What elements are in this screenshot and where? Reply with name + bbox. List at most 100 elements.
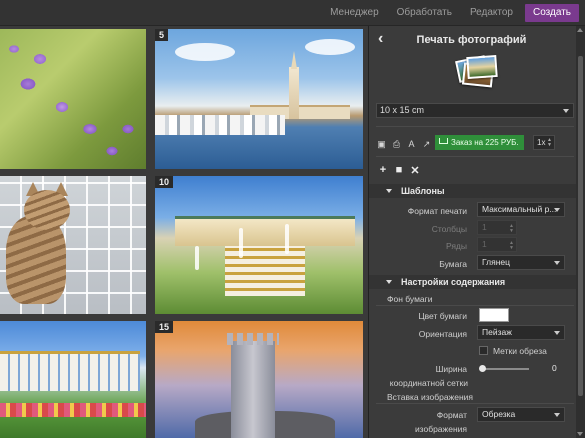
- fountain-jet: [239, 228, 243, 258]
- grid-width-label: Ширина: [435, 364, 467, 374]
- image-format-label: Формат: [436, 410, 467, 420]
- print-format-label: Формат печати: [407, 206, 467, 216]
- photo-thumbnail-fountains[interactable]: 10: [155, 176, 363, 314]
- photo-thumbnail-palace[interactable]: [0, 321, 146, 438]
- harbor-tower: [289, 67, 299, 119]
- add-icon[interactable]: +: [378, 164, 388, 177]
- print-icon[interactable]: ⎙: [391, 139, 402, 150]
- photo-number-badge: 15: [155, 321, 174, 333]
- section-templates-title: Шаблоны: [401, 186, 445, 196]
- cloud: [305, 39, 355, 55]
- harbor-boats: [155, 115, 285, 135]
- top-bar: Менеджер Обработать Редактор Создать: [0, 0, 585, 26]
- orientation-select[interactable]: Пейзаж: [477, 325, 565, 340]
- divider: [376, 126, 574, 127]
- quantity-value: 1x: [537, 138, 546, 147]
- order-button[interactable]: Заказ на 225 РУБ.: [435, 135, 524, 150]
- nav-process[interactable]: Обработать: [388, 4, 461, 22]
- divider: [376, 156, 574, 157]
- chevron-down-icon: [554, 208, 560, 212]
- image-format-value: Обрезка: [482, 409, 516, 419]
- section-content-title: Настройки содержания: [401, 277, 506, 287]
- grid-width-value: 0: [552, 363, 557, 373]
- orientation-value: Пейзаж: [482, 327, 512, 337]
- fountain-jet: [285, 224, 289, 254]
- print-format-value: Максимальный р...: [482, 204, 557, 214]
- image-format-label-2: изображения: [414, 424, 467, 434]
- castle-tower: [231, 341, 275, 438]
- crop-marks-label: Метки обреза: [493, 346, 547, 356]
- print-panel: ‹ Печать фотографий 10 x 15 cm ▣ ⎙ A ↗ З…: [368, 26, 585, 438]
- cloud: [175, 43, 235, 61]
- insert-image-group: Вставка изображения: [387, 392, 474, 402]
- scrollbar-thumb[interactable]: [578, 56, 583, 396]
- paper-select[interactable]: Глянец: [477, 255, 565, 270]
- grid-width-slider-handle[interactable]: [479, 365, 486, 372]
- nav-create-button[interactable]: Создать: [524, 4, 579, 22]
- panel-scrollbar[interactable]: [576, 26, 585, 438]
- nav-editor[interactable]: Редактор: [461, 4, 522, 22]
- columns-stepper[interactable]: 1 ▲ ▼: [477, 220, 517, 235]
- palace-building: [0, 351, 140, 391]
- castle-battlements: [227, 333, 279, 345]
- fountain-palace: [175, 216, 355, 246]
- kitten-head: [24, 190, 70, 230]
- columns-label: Столбцы: [431, 224, 467, 234]
- chevron-down-icon: [554, 261, 560, 265]
- section-content-settings[interactable]: Настройки содержания: [369, 275, 576, 289]
- scroll-down-icon[interactable]: [577, 432, 583, 436]
- panel-title: Печать фотографий: [416, 34, 527, 46]
- save-icon[interactable]: ▣: [376, 139, 387, 150]
- quantity-stepper[interactable]: 1x ▲ ▼: [533, 135, 555, 150]
- palace-flowerbed: [0, 403, 146, 417]
- divider: [376, 305, 574, 306]
- stepper-arrows-icon[interactable]: ▲ ▼: [547, 138, 552, 148]
- photo-number-badge: 5: [155, 29, 169, 41]
- photo-thumbnail-harbor[interactable]: 5: [155, 29, 363, 169]
- rows-value: 1: [482, 239, 487, 249]
- photo-grid: 5 10 15: [0, 26, 368, 438]
- orientation-label: Ориентация: [418, 329, 467, 339]
- collapse-triangle-icon: [386, 280, 392, 284]
- columns-value: 1: [482, 222, 487, 232]
- kitten-body: [6, 216, 66, 304]
- cart-icon: [439, 138, 448, 144]
- image-format-select[interactable]: Обрезка: [477, 407, 565, 422]
- close-icon[interactable]: ✕: [410, 164, 420, 177]
- harbor-spire: [291, 51, 297, 69]
- grid-width-slider[interactable]: [483, 368, 529, 370]
- chevron-down-icon: [554, 413, 560, 417]
- scroll-up-icon[interactable]: [577, 28, 583, 32]
- photo-thumbnail-castle[interactable]: 15: [155, 321, 363, 438]
- rows-label: Ряды: [445, 241, 467, 251]
- photo-thumbnail-kitten[interactable]: [0, 176, 146, 314]
- stepper-arrows-icon[interactable]: ▲ ▼: [509, 224, 514, 234]
- photo-card: [466, 54, 498, 80]
- paper-background-group: Фон бумаги: [387, 294, 433, 304]
- photo-thumbnail-lavender[interactable]: [0, 29, 146, 169]
- paper-value: Глянец: [482, 257, 510, 267]
- paper-color-label: Цвет бумаги: [418, 311, 467, 321]
- grid-width-label-2: координатной сетки: [389, 378, 468, 388]
- fountain-cascade: [225, 246, 305, 296]
- crop-marks-checkbox[interactable]: [479, 346, 488, 355]
- print-size-select[interactable]: 10 x 15 cm: [376, 103, 574, 118]
- top-navigation: Менеджер Обработать Редактор Создать: [321, 4, 579, 22]
- paper-color-swatch[interactable]: [479, 308, 509, 322]
- rows-stepper[interactable]: 1 ▲ ▼: [477, 237, 517, 252]
- divider: [376, 403, 574, 404]
- photo-print-icon: [455, 54, 498, 94]
- nav-manager[interactable]: Менеджер: [321, 4, 388, 22]
- print-format-select[interactable]: Максимальный р...: [477, 202, 565, 217]
- template-actions: + ■ ✕: [378, 164, 420, 177]
- folder-icon[interactable]: ■: [394, 164, 404, 177]
- stepper-arrows-icon[interactable]: ▲ ▼: [509, 241, 514, 251]
- paper-label: Бумага: [439, 259, 467, 269]
- section-templates[interactable]: Шаблоны: [369, 184, 576, 198]
- photo-number-badge: 10: [155, 176, 174, 188]
- collapse-triangle-icon: [386, 189, 392, 193]
- order-label: Заказ на 225 РУБ.: [451, 138, 519, 147]
- text-icon[interactable]: A: [406, 139, 417, 150]
- print-toolbar: ▣ ⎙ A ↗: [376, 136, 432, 152]
- share-icon[interactable]: ↗: [421, 139, 432, 150]
